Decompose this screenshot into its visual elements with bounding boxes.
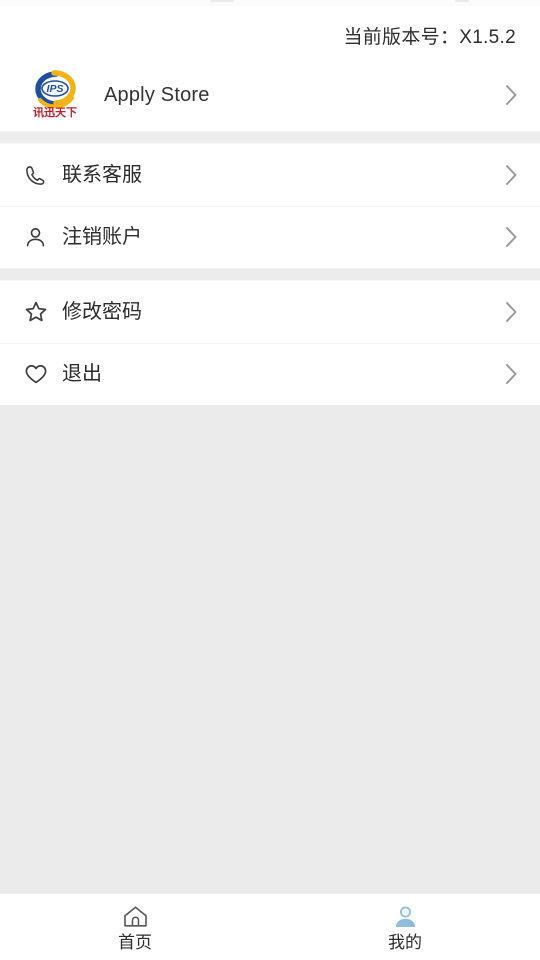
tab-home[interactable]: 首页 bbox=[0, 894, 270, 960]
home-icon bbox=[122, 904, 149, 931]
chevron-right-icon bbox=[505, 226, 518, 248]
app-screen: 当前版本号：X1.5.2 IPS 讯迅天下 Apply Store 联系客服 注… bbox=[0, 0, 540, 960]
chevron-right-icon bbox=[505, 363, 518, 385]
tab-mine[interactable]: 我的 bbox=[270, 894, 540, 960]
ips-logo-icon: IPS 讯迅天下 bbox=[24, 67, 86, 123]
change-password-row[interactable]: 修改密码 bbox=[0, 281, 540, 343]
section-gap-2 bbox=[0, 268, 540, 281]
chevron-right-icon bbox=[505, 164, 518, 186]
person-icon bbox=[24, 226, 54, 249]
logout-label: 退出 bbox=[62, 363, 102, 385]
version-bar: 当前版本号：X1.5.2 bbox=[0, 6, 540, 59]
tab-home-label: 首页 bbox=[118, 932, 152, 952]
empty-content-area bbox=[0, 405, 540, 893]
change-password-label: 修改密码 bbox=[62, 301, 142, 323]
svg-text:IPS: IPS bbox=[47, 83, 64, 95]
contact-support-label: 联系客服 bbox=[62, 164, 142, 186]
phone-icon bbox=[24, 164, 54, 187]
account-card: 联系客服 注销账户 bbox=[0, 144, 540, 268]
status-bar-ghost-left bbox=[210, 0, 234, 2]
section-gap-1 bbox=[0, 131, 540, 144]
status-bar-ghost-right bbox=[455, 0, 469, 2]
version-label: 当前版本号：X1.5.2 bbox=[343, 27, 516, 48]
brand-card: IPS 讯迅天下 Apply Store bbox=[0, 59, 540, 131]
bottom-tab-bar: 首页 我的 bbox=[0, 893, 540, 960]
delete-account-label: 注销账户 bbox=[62, 226, 142, 248]
svg-text:讯迅天下: 讯迅天下 bbox=[33, 106, 77, 119]
apply-store-label: Apply Store bbox=[104, 84, 210, 106]
delete-account-row[interactable]: 注销账户 bbox=[0, 206, 540, 268]
chevron-right-icon bbox=[505, 301, 518, 323]
star-icon bbox=[24, 300, 54, 324]
apply-store-row[interactable]: IPS 讯迅天下 Apply Store bbox=[0, 59, 540, 131]
person-icon bbox=[392, 904, 419, 931]
logout-row[interactable]: 退出 bbox=[0, 343, 540, 405]
settings-card: 修改密码 退出 bbox=[0, 281, 540, 405]
heart-icon bbox=[24, 362, 54, 386]
chevron-right-icon bbox=[505, 84, 518, 106]
status-bar-remnant bbox=[0, 0, 540, 6]
contact-support-row[interactable]: 联系客服 bbox=[0, 144, 540, 206]
tab-mine-label: 我的 bbox=[388, 932, 422, 952]
